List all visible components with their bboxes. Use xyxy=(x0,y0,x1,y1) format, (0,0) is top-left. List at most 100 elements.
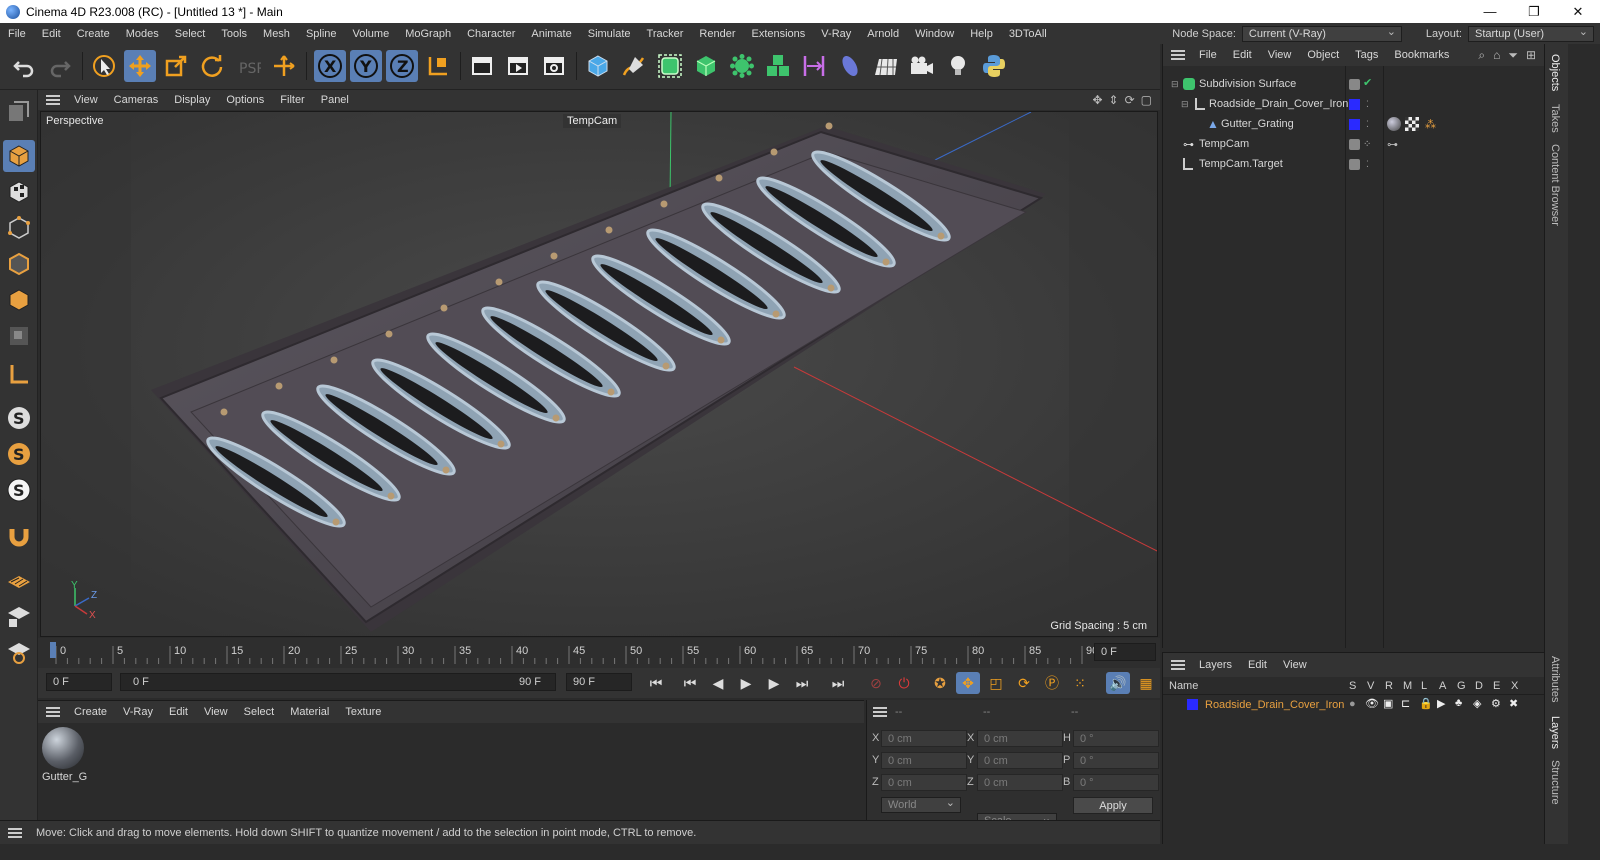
render-settings-button[interactable] xyxy=(538,50,570,82)
menu-modes[interactable]: Modes xyxy=(118,28,167,40)
timeline-ruler[interactable]: 0 5 10 15 20 25 30 35 40 45 50 55 60 65 70 75 80 85 90 0 F xyxy=(38,638,1160,668)
viewport-menu-filter[interactable]: Filter xyxy=(272,94,312,106)
generator-icon[interactable]: ♣ xyxy=(1455,697,1462,709)
end-frame-field[interactable]: 90 F xyxy=(566,673,632,691)
z-axis-lock-button[interactable]: Z xyxy=(386,50,418,82)
material-menu-vray[interactable]: V-Ray xyxy=(115,706,161,718)
menu-tracker[interactable]: Tracker xyxy=(639,28,692,40)
col-view[interactable]: V xyxy=(1367,680,1374,692)
material-menu-material[interactable]: Material xyxy=(282,706,337,718)
xref-icon[interactable]: ✖ xyxy=(1509,697,1518,710)
object-name[interactable]: Gutter_Grating xyxy=(1221,118,1294,130)
size-x-field[interactable]: 0 cm xyxy=(977,730,1063,747)
frame-range-slider[interactable]: 0 F 90 F xyxy=(120,673,556,691)
timeline-settings-button[interactable]: 🔊 xyxy=(1106,672,1130,694)
collapse-toggle-icon[interactable]: ⊟ xyxy=(1171,79,1179,90)
quantize-button[interactable]: S xyxy=(3,474,35,506)
add-deformer-button[interactable] xyxy=(798,50,830,82)
viewport-menu-panel[interactable]: Panel xyxy=(313,94,357,106)
object-name[interactable]: Subdivision Surface xyxy=(1199,78,1296,90)
layout-dropdown[interactable]: Startup (User) xyxy=(1468,25,1594,42)
rot-p-field[interactable]: 0 ° xyxy=(1073,752,1159,769)
edges-mode-button[interactable] xyxy=(3,248,35,280)
play-button[interactable]: ▶ xyxy=(734,672,758,694)
psr-tool-button[interactable]: PSR xyxy=(232,50,264,82)
eye-icon[interactable]: 👁 xyxy=(1365,697,1379,710)
material-menu-view[interactable]: View xyxy=(196,706,236,718)
uv-mode-button[interactable] xyxy=(3,320,35,352)
viewport-menu-icon[interactable] xyxy=(46,95,60,105)
active-camera-label[interactable]: TempCam xyxy=(563,114,622,128)
tab-layers[interactable]: Layers xyxy=(1549,716,1561,749)
layer-visibility-icon[interactable] xyxy=(1349,158,1360,170)
menu-window[interactable]: Window xyxy=(907,28,962,40)
film-strip-button[interactable]: ▦ xyxy=(1134,672,1158,694)
move-tool-button[interactable] xyxy=(124,50,156,82)
coordinates-menu-icon[interactable] xyxy=(873,707,887,717)
menu-mesh[interactable]: Mesh xyxy=(255,28,298,40)
rot-h-field[interactable]: 0 ° xyxy=(1073,730,1159,747)
playhead[interactable] xyxy=(50,642,56,658)
axis-mode-button[interactable] xyxy=(3,358,35,390)
pos-x-field[interactable]: 0 cm xyxy=(881,730,967,747)
search-icon[interactable]: ⌕ xyxy=(1478,48,1485,63)
next-key-button[interactable]: ⏭ xyxy=(790,672,814,694)
layer-menu-layers[interactable]: Layers xyxy=(1191,659,1240,671)
enabled-check-icon[interactable]: ✔ xyxy=(1363,76,1372,89)
col-animation[interactable]: A xyxy=(1439,680,1446,692)
visibility-dots-icon[interactable]: ⁚ xyxy=(1366,119,1369,130)
collapse-toggle-icon[interactable]: ⊟ xyxy=(1181,99,1189,110)
deformer-icon[interactable]: ◈ xyxy=(1473,697,1481,710)
filter-icon[interactable]: ⏷ xyxy=(1508,48,1518,63)
tab-attributes[interactable]: Attributes xyxy=(1549,656,1561,702)
add-spline-pen-button[interactable] xyxy=(618,50,650,82)
snap-settings-button[interactable]: S xyxy=(3,438,35,470)
key-rotation-button[interactable]: ⟳ xyxy=(1012,672,1036,694)
col-manager[interactable]: M xyxy=(1403,680,1412,692)
menu-create[interactable]: Create xyxy=(69,28,118,40)
coordinate-system-button[interactable] xyxy=(422,50,454,82)
add-cloner-button[interactable] xyxy=(726,50,758,82)
material-menu-select[interactable]: Select xyxy=(236,706,283,718)
layer-menu-view[interactable]: View xyxy=(1275,659,1315,671)
object-row-tempcam-target[interactable]: TempCam.Target ⁚ xyxy=(1163,154,1545,174)
keyframe-selection-button[interactable]: ✪ xyxy=(928,672,952,694)
tag-dots-icon[interactable]: ⁂ xyxy=(1425,118,1436,131)
layer-color-swatch[interactable] xyxy=(1187,699,1198,710)
object-row-gutter-grating[interactable]: ▲ Gutter_Grating ⁚ ⁂ xyxy=(1163,114,1545,134)
layer-color-swatch[interactable] xyxy=(1349,118,1360,130)
tab-structure[interactable]: Structure xyxy=(1549,760,1561,805)
material-menu-create[interactable]: Create xyxy=(66,706,115,718)
render-to-picture-viewer-button[interactable] xyxy=(502,50,534,82)
make-editable-button[interactable] xyxy=(3,96,35,128)
menu-tools[interactable]: Tools xyxy=(213,28,255,40)
solo-toggle-icon[interactable]: ● xyxy=(1349,698,1356,710)
add-cube-button[interactable] xyxy=(582,50,614,82)
new-window-icon[interactable]: ⊞ xyxy=(1526,48,1536,63)
layer-color-swatch[interactable] xyxy=(1349,98,1360,110)
uvw-tag-icon[interactable] xyxy=(1405,117,1419,131)
autokey-button[interactable]: ⏻ xyxy=(892,672,916,694)
model-mode-button[interactable] xyxy=(3,140,35,172)
col-deformers[interactable]: D xyxy=(1475,680,1483,692)
close-button[interactable]: ✕ xyxy=(1556,0,1600,23)
menu-spline[interactable]: Spline xyxy=(298,28,345,40)
3d-viewport[interactable]: Perspective TempCam Grid Spacing : 5 cm … xyxy=(40,111,1158,637)
y-axis-lock-button[interactable]: Y xyxy=(350,50,382,82)
add-camera-button[interactable] xyxy=(906,50,938,82)
menu-character[interactable]: Character xyxy=(459,28,523,40)
col-generators[interactable]: G xyxy=(1457,680,1466,692)
key-position-button[interactable]: ✥ xyxy=(956,672,980,694)
x-axis-lock-button[interactable]: X xyxy=(314,50,346,82)
expression-icon[interactable]: ⚙ xyxy=(1491,697,1501,710)
col-expressions[interactable]: E xyxy=(1493,680,1500,692)
om-menu-file[interactable]: File xyxy=(1191,49,1225,61)
key-scale-button[interactable]: ◰ xyxy=(984,672,1008,694)
previous-key-button[interactable]: ⏮ xyxy=(678,672,702,694)
menu-extensions[interactable]: Extensions xyxy=(743,28,813,40)
menu-animate[interactable]: Animate xyxy=(523,28,579,40)
object-row-tempcam[interactable]: ⊶ TempCam ⁘ ⊶ xyxy=(1163,134,1545,154)
apply-button[interactable]: Apply xyxy=(1073,797,1153,814)
rotate-tool-button[interactable] xyxy=(196,50,228,82)
layer-row[interactable]: Roadside_Drain_Cover_Iron ● 👁 ▣ ⊏ 🔒 ▶ ♣ … xyxy=(1163,695,1544,715)
